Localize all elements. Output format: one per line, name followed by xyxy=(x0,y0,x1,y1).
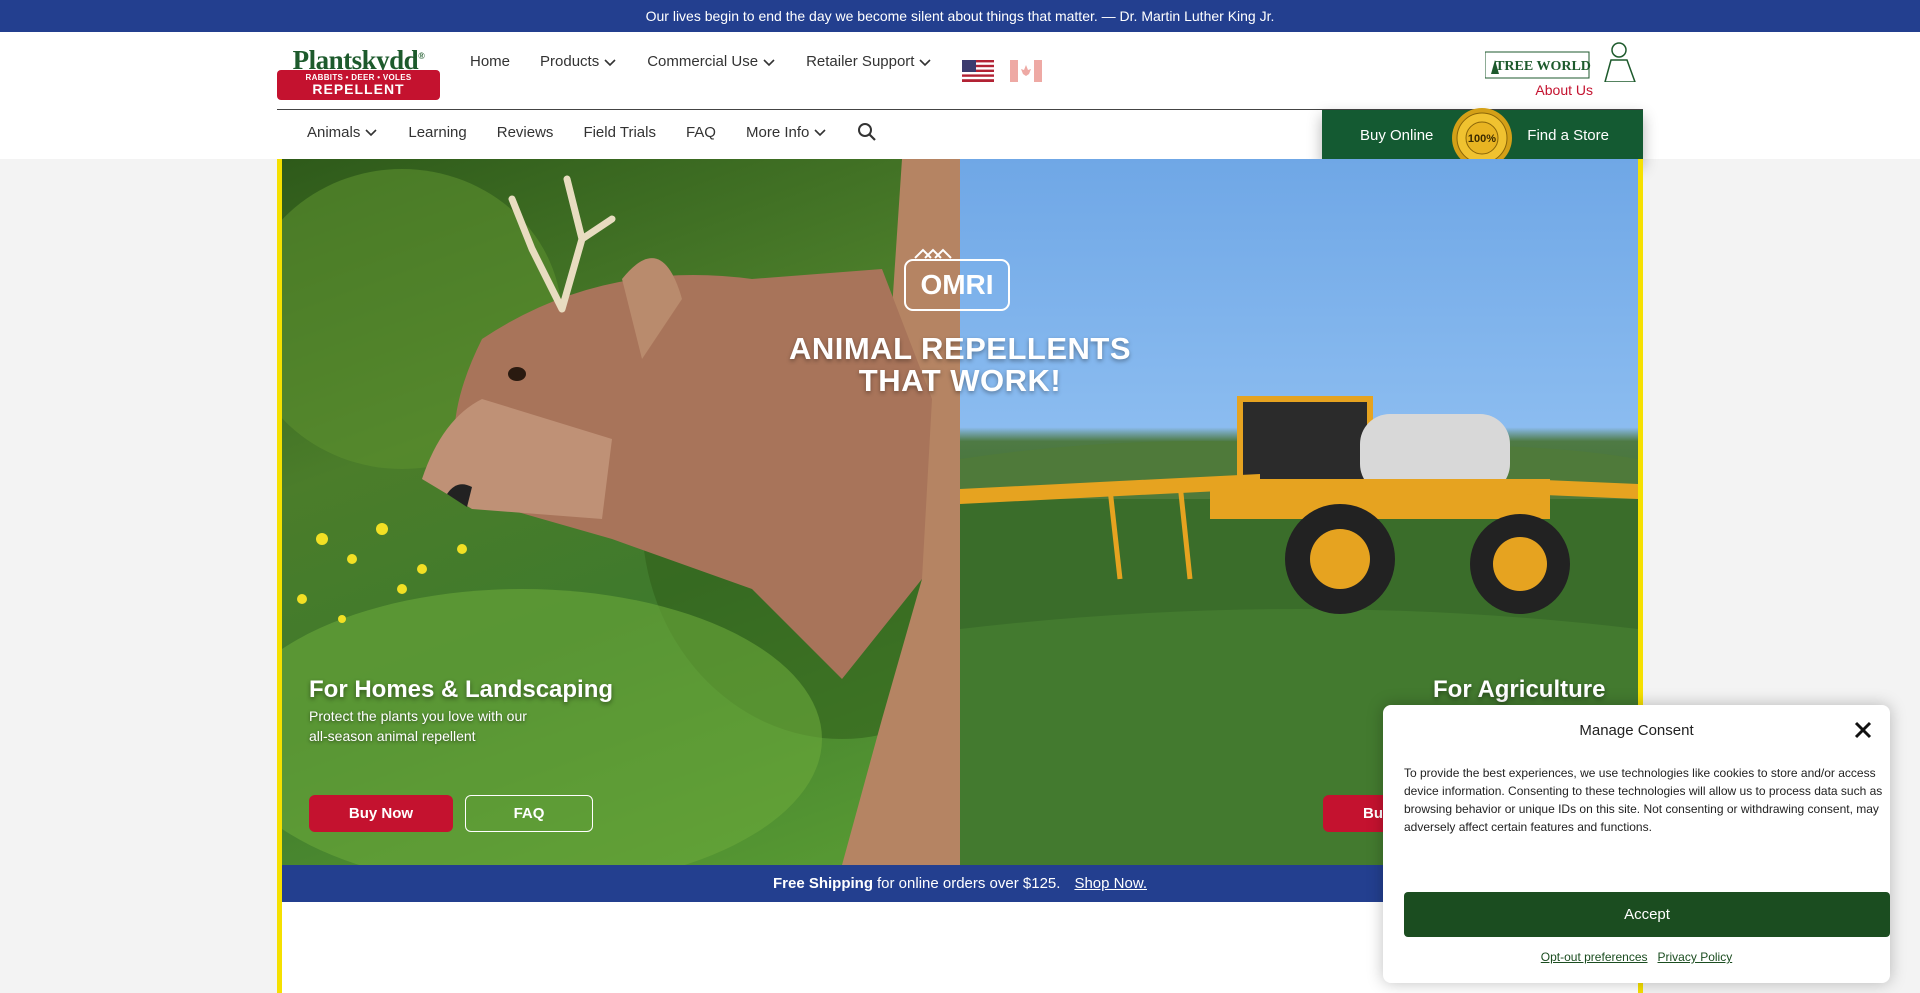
tree-world-brand: TREE WORLD xyxy=(1495,59,1591,74)
agriculture-title: For Agriculture xyxy=(1433,676,1606,703)
country-flags xyxy=(962,60,1042,82)
shop-now-link[interactable]: Shop Now. xyxy=(1074,875,1147,892)
nav-field-trials[interactable]: Field Trials xyxy=(583,124,656,141)
homes-title: For Homes & Landscaping xyxy=(309,676,614,703)
consent-title: Manage Consent xyxy=(1579,722,1694,739)
logo-repellent: REPELLENT xyxy=(312,81,405,97)
nav-home[interactable]: Home xyxy=(470,53,510,70)
chevron-down-icon xyxy=(763,58,775,66)
homes-buy-now-button[interactable]: Buy Now xyxy=(309,795,453,832)
cookie-consent-dialog: Manage Consent To provide the best exper… xyxy=(1383,705,1890,983)
announcement-bar: Our lives begin to end the day we become… xyxy=(0,0,1920,32)
site-header: Plantskydd® RABBITS • DEER • VOLES REPEL… xyxy=(0,32,1920,168)
tree-world-figure-icon xyxy=(1604,42,1636,82)
us-flag-icon[interactable] xyxy=(962,60,994,82)
close-icon[interactable] xyxy=(1852,719,1874,741)
canada-flag-icon[interactable] xyxy=(1010,60,1042,82)
homes-panel: For Homes & Landscaping Protect the plan… xyxy=(282,159,960,865)
accept-button[interactable]: Accept xyxy=(1404,892,1890,937)
nav-more-info[interactable]: More Info xyxy=(746,124,827,141)
tree-world-emblem: TREE WORLD xyxy=(1485,51,1591,79)
chevron-down-icon xyxy=(919,58,932,66)
nav-learning[interactable]: Learning xyxy=(408,124,466,141)
buy-online-link[interactable]: Buy Online xyxy=(1360,127,1433,144)
plantskydd-logo[interactable]: Plantskydd® RABBITS • DEER • VOLES REPEL… xyxy=(277,42,440,100)
header-inner: Plantskydd® RABBITS • DEER • VOLES REPEL… xyxy=(277,32,1643,168)
opt-out-link[interactable]: Opt-out preferences xyxy=(1541,950,1648,964)
buy-box: Buy Online 100% Find a Store xyxy=(1322,108,1643,168)
privacy-policy-link[interactable]: Privacy Policy xyxy=(1658,950,1733,964)
omri-listed-logo: OMRI xyxy=(904,248,1010,311)
main-nav: Home Products Commercial Use Retailer Su… xyxy=(470,53,932,70)
chevron-down-icon xyxy=(604,58,616,66)
homes-faq-button[interactable]: FAQ xyxy=(465,795,593,832)
search-icon[interactable] xyxy=(857,122,877,142)
consent-links: Opt-out preferences Privacy Policy xyxy=(1383,950,1890,964)
nav-animals[interactable]: Animals xyxy=(307,124,378,141)
nav-faq[interactable]: FAQ xyxy=(686,124,716,141)
omri-text: OMRI xyxy=(920,269,993,300)
sub-nav: Animals Learning Reviews Field Trials FA… xyxy=(307,122,877,142)
shipping-text: for online orders over $125. xyxy=(877,875,1061,892)
hero-title: ANIMAL REPELLENTS THAT WORK! xyxy=(788,331,1132,398)
tree-world-logo[interactable]: TREE WORLD xyxy=(1485,40,1643,82)
seal-text: 100% xyxy=(1468,133,1496,145)
chevron-down-icon xyxy=(365,129,377,137)
free-shipping-label: Free Shipping xyxy=(772,875,873,892)
nav-products[interactable]: Products xyxy=(540,53,617,70)
find-store-link[interactable]: Find a Store xyxy=(1527,127,1609,144)
consent-text: To provide the best experiences, we use … xyxy=(1404,766,1883,834)
announcement-text: Our lives begin to end the day we become… xyxy=(645,8,1275,24)
nav-commercial-use[interactable]: Commercial Use xyxy=(647,53,776,70)
deer-image xyxy=(282,159,960,865)
nav-retailer-support[interactable]: Retailer Support xyxy=(806,53,932,70)
homes-description: Protect the plants you love with our all… xyxy=(309,708,527,744)
logo-badge: RABBITS • DEER • VOLES REPELLENT xyxy=(277,70,440,100)
nav-reviews[interactable]: Reviews xyxy=(497,124,554,141)
chevron-down-icon xyxy=(814,129,826,137)
about-us-link[interactable]: About Us xyxy=(1535,82,1593,98)
